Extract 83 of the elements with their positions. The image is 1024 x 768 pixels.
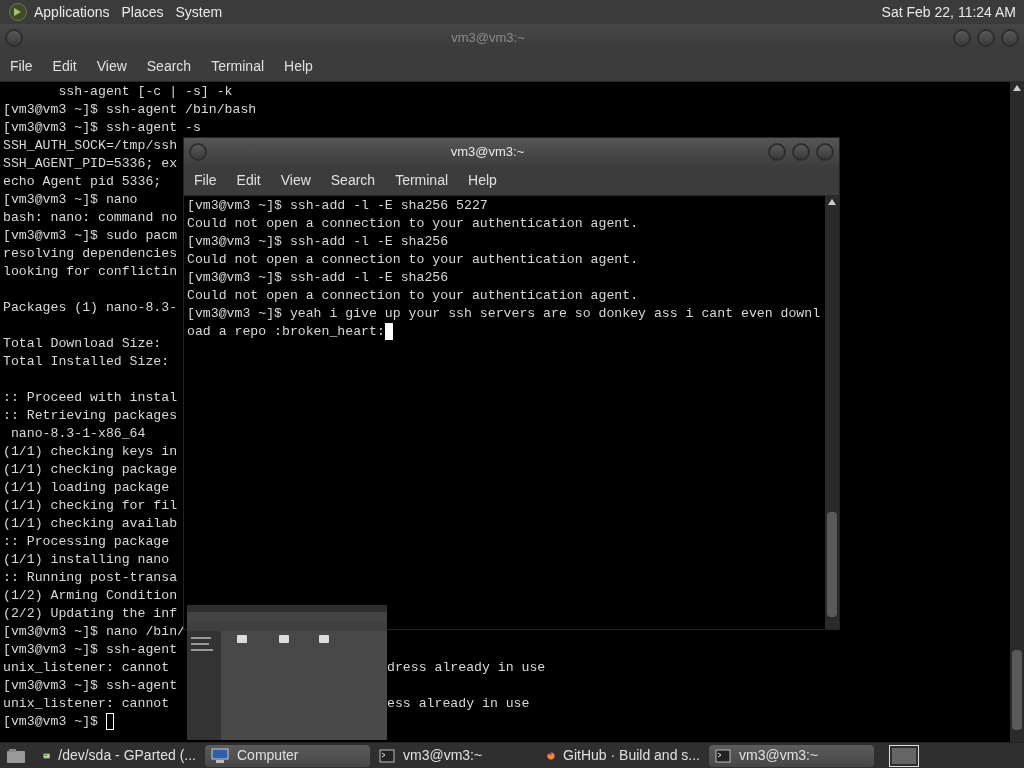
terminal-line: Could not open a connection to your authentication agent.	[187, 251, 639, 269]
menu-item[interactable]: Edit	[44, 56, 85, 77]
terminal-line: [vm3@vm3 ~]$ sudo pacm	[3, 227, 178, 245]
terminal-line: SSH_AUTH_SOCK=/tmp/ssh	[3, 137, 178, 155]
panel-menu[interactable]: Applications	[30, 1, 114, 23]
terminal-line: echo Agent pid 5336;	[3, 173, 162, 191]
menu-item[interactable]: Help	[460, 170, 505, 191]
menu-item[interactable]: File	[2, 56, 41, 77]
scroll-up-arrow-icon[interactable]	[1013, 85, 1021, 91]
terminal-line: unix_listener: cannot	[3, 659, 170, 677]
terminal-line: dress already in use	[387, 659, 546, 677]
scrollbar-thumb[interactable]	[827, 512, 837, 617]
menu-item[interactable]: Search	[138, 56, 200, 77]
terminal-line: [vm3@vm3 ~]$ ssh-add -l -E sha256	[187, 269, 449, 287]
terminal-line: (1/1) checking availab	[3, 515, 178, 533]
terminal-line: (1/1) installing nano	[3, 551, 170, 569]
window-menu-button[interactable]	[189, 143, 207, 161]
terminal-line: [vm3@vm3 ~]$ ssh-agent	[3, 641, 178, 659]
menu-item[interactable]: View	[88, 56, 135, 77]
terminal-line: Could not open a connection to your authentication agent.	[187, 215, 639, 233]
terminal-line: (1/1) checking keys in	[3, 443, 178, 461]
taskbar-item[interactable]: Computer	[205, 744, 370, 767]
menu-item[interactable]: Help	[276, 56, 321, 77]
taskbar-item[interactable]: vm3@vm3:~	[709, 744, 874, 767]
terminal-line: [vm3@vm3 ~]$ nano	[3, 191, 138, 209]
minimize-button[interactable]	[953, 29, 971, 47]
terminal-line: [vm3@vm3 ~]$	[3, 713, 98, 731]
menu-item[interactable]: View	[272, 170, 319, 191]
terminal-line: :: Running post-transa	[3, 569, 178, 587]
terminal-line: Total Installed Size:	[3, 353, 170, 371]
terminal-line: (2/2) Updating the inf	[3, 605, 178, 623]
terminal-line: :: Proceed with instal	[3, 389, 178, 407]
maximize-button[interactable]	[977, 29, 995, 47]
terminal-line: [vm3@vm3 ~]$ ssh-add -l -E sha256	[187, 233, 449, 251]
terminal-line: nano-8.3-1-x86_64	[9, 425, 146, 443]
terminal-line: resolving dependencies	[3, 245, 178, 263]
menu-item[interactable]: Terminal	[387, 170, 457, 191]
terminal-line: looking for conflictin	[3, 263, 178, 281]
terminal-line: [vm3@vm3 ~]$ yeah i give up your ssh servers are so donkey ass i cant even downl	[187, 305, 821, 323]
workspace-switcher[interactable]	[889, 744, 919, 767]
close-button[interactable]	[816, 143, 834, 161]
panel-menu[interactable]: Places	[117, 1, 168, 23]
terminal-line: [vm3@vm3 ~]$ nano /bin/	[3, 623, 186, 641]
window-title: vm3@vm3:~	[449, 143, 526, 162]
clock[interactable]: Sat Feb 22, 11:24 AM	[881, 1, 1016, 23]
menu-item[interactable]: Search	[322, 170, 384, 191]
terminal-line: Could not open a connection to your authentication agent.	[187, 287, 639, 305]
terminal-line: :: Processing package	[3, 533, 170, 551]
terminal-line: [vm3@vm3 ~]$ ssh-add -l -E sha256 5227	[187, 197, 488, 215]
terminal-line: oad a repo :broken_heart:	[187, 323, 385, 341]
logo-icon[interactable]	[8, 2, 28, 22]
terminal-line: (1/1) loading package	[3, 479, 170, 497]
minimize-button[interactable]	[768, 143, 786, 161]
menu-item[interactable]: Edit	[228, 170, 269, 191]
panel-menu[interactable]: System	[171, 1, 227, 23]
menu-item[interactable]: Terminal	[203, 56, 273, 77]
terminal-line: :: Retrieving packages	[3, 407, 178, 425]
terminal-line: ssh-agent [-c | -s] -k	[57, 83, 233, 101]
terminal-icon	[715, 748, 731, 763]
scrollbar[interactable]	[825, 196, 839, 629]
terminal-line: unix_listener: cannot	[3, 695, 170, 713]
terminal-line: (1/1) checking for fil	[3, 497, 178, 515]
maximize-button[interactable]	[792, 143, 810, 161]
window-title: vm3@vm3:~	[450, 29, 526, 48]
terminal-line: [vm3@vm3 ~]$ ssh-agent -s	[3, 119, 201, 137]
terminal-line: bash: nano: command no	[3, 209, 178, 227]
terminal-line: Total Download Size:	[3, 335, 162, 353]
show-desktop-icon[interactable]	[6, 747, 26, 764]
terminal-line: SSH_AGENT_PID=5336; ex	[3, 155, 178, 173]
terminal-line: (1/1) checking package	[3, 461, 178, 479]
terminal-line: [vm3@vm3 ~]$ ssh-agent	[3, 677, 178, 695]
terminal-line: (1/2) Arming Condition	[3, 587, 178, 605]
window-menu-button[interactable]	[5, 29, 23, 47]
scrollbar[interactable]	[1010, 82, 1024, 742]
close-button[interactable]	[1001, 29, 1019, 47]
scroll-up-arrow-icon[interactable]	[828, 199, 836, 205]
terminal-line: Packages (1) nano-8.3-	[3, 299, 178, 317]
scrollbar-thumb[interactable]	[1012, 650, 1022, 730]
terminal-icon	[379, 748, 395, 763]
monitor-icon	[211, 747, 229, 764]
terminal-line: [vm3@vm3 ~]$ ssh-agent /bin/bash	[3, 101, 257, 119]
menu-item[interactable]: File	[186, 170, 225, 191]
terminal-line: ess already in use	[387, 695, 530, 713]
